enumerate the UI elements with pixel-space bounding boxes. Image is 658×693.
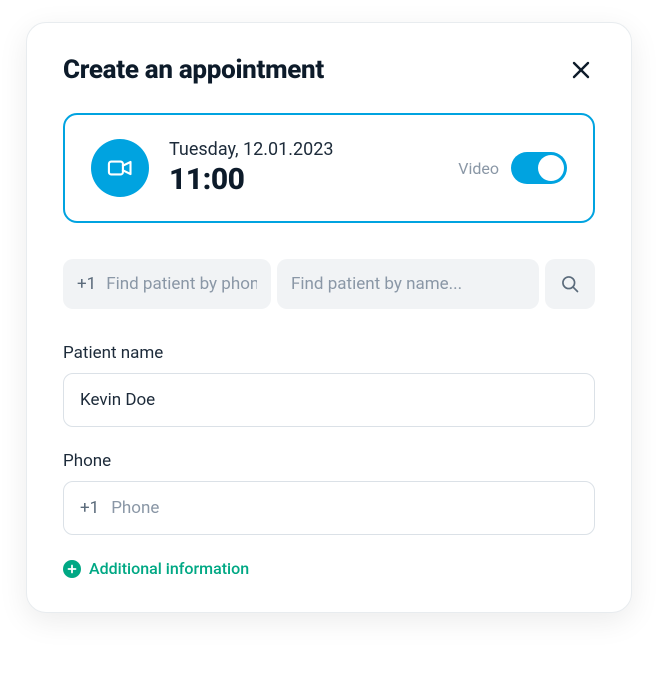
- patient-name-label: Patient name: [63, 343, 595, 363]
- phone-prefix: +1: [80, 498, 99, 518]
- close-button[interactable]: [567, 56, 595, 84]
- video-toggle-group: Video: [458, 152, 567, 184]
- phone-input-wrap: +1: [63, 481, 595, 535]
- search-name-wrap: [277, 259, 539, 309]
- datetime-text: Tuesday, 12.01.2023 11:00: [169, 139, 438, 197]
- phone-input[interactable]: [111, 498, 578, 518]
- patient-search-row: +1: [63, 259, 595, 309]
- search-name-input[interactable]: [291, 274, 525, 294]
- phone-label: Phone: [63, 451, 595, 471]
- close-icon: [571, 60, 591, 80]
- datetime-card: Tuesday, 12.01.2023 11:00 Video: [63, 113, 595, 223]
- appointment-date: Tuesday, 12.01.2023: [169, 139, 438, 160]
- plus-circle-icon: [63, 560, 81, 578]
- modal-header: Create an appointment: [63, 55, 595, 85]
- create-appointment-modal: Create an appointment Tuesday, 12.01.202…: [26, 22, 632, 613]
- modal-title: Create an appointment: [63, 55, 324, 85]
- additional-information-button[interactable]: Additional information: [63, 559, 595, 578]
- patient-name-group: Patient name: [63, 343, 595, 427]
- video-toggle[interactable]: [511, 152, 567, 184]
- additional-information-label: Additional information: [89, 559, 249, 578]
- search-button[interactable]: [545, 259, 595, 309]
- video-toggle-label: Video: [458, 159, 499, 178]
- video-circle: [91, 139, 149, 197]
- phone-group: Phone +1: [63, 451, 595, 535]
- toggle-knob: [538, 155, 564, 181]
- video-camera-icon: [106, 154, 134, 182]
- search-phone-prefix: +1: [77, 274, 96, 294]
- search-phone-input[interactable]: [106, 274, 257, 294]
- patient-name-input[interactable]: [63, 373, 595, 427]
- search-icon: [560, 274, 580, 294]
- search-phone-wrap: +1: [63, 259, 271, 309]
- appointment-time: 11:00: [169, 162, 438, 197]
